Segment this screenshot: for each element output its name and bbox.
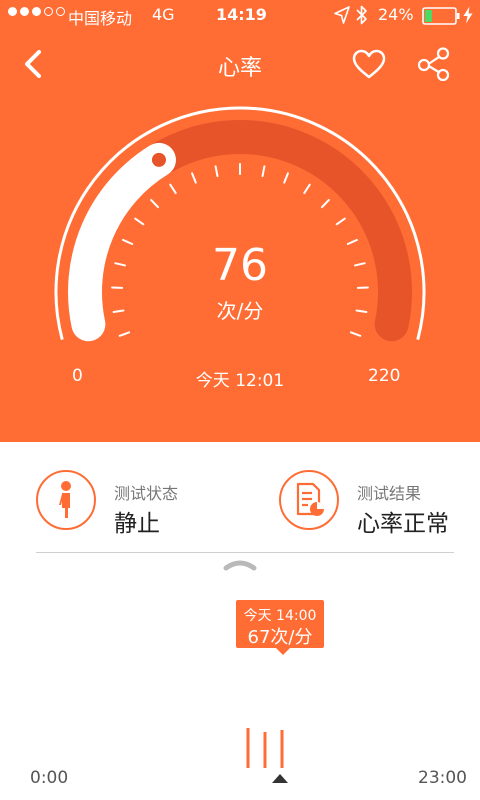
section-divider (36, 552, 454, 553)
timeline-bars (246, 728, 284, 768)
gauge-tick (191, 172, 197, 184)
report-icon (279, 470, 339, 530)
standing-person-icon (36, 470, 96, 530)
test-result-value: 心率正常 (357, 511, 449, 537)
gauge-tick (169, 183, 177, 195)
timeline-tooltip: 今天 14:00 67次/分 (236, 600, 324, 655)
timeline-marker-icon[interactable] (270, 772, 290, 784)
test-result: 测试结果 心率正常 (279, 470, 479, 537)
gauge-tick (150, 198, 160, 209)
gauge-tick (134, 217, 145, 226)
heart-rate-value: 76 (212, 240, 268, 291)
gauge-tick (214, 165, 219, 178)
test-state: 测试状态 静止 (36, 470, 256, 537)
gauge-tick (355, 309, 368, 314)
measurement-time: 今天 12:01 (195, 371, 285, 391)
gauge-fill (68, 142, 176, 342)
tooltip-value: 67次/分 (247, 627, 313, 648)
gauge-tick (118, 331, 131, 337)
gauge-tick (349, 331, 362, 337)
gauge-knob-dot (151, 152, 166, 167)
gauge-tick (353, 262, 366, 267)
test-result-label: 测试结果 (357, 484, 422, 503)
gauge-tick (320, 198, 330, 209)
gauge-tick (346, 238, 358, 246)
gauge-tick (283, 172, 289, 184)
gauge-tick (335, 217, 346, 226)
gauge-tick (112, 309, 125, 314)
gauge-max-label: 220 (368, 366, 401, 386)
test-state-label: 测试状态 (114, 484, 179, 503)
heart-rate-panel: 中国移动 4G 14:19 24% 心率 76 次/分 0 今天 12:01 2… (0, 0, 480, 442)
timeline-start-label: 0:00 (30, 768, 69, 788)
gauge-tick (303, 183, 311, 195)
gauge-tick (122, 238, 134, 246)
heart-rate-unit: 次/分 (216, 299, 264, 323)
expand-handle-icon[interactable] (222, 556, 258, 572)
gauge-min-label: 0 (72, 366, 83, 386)
gauge-tick (261, 165, 266, 178)
test-state-value: 静止 (114, 511, 160, 537)
tooltip-time: 今天 14:00 (243, 608, 317, 624)
timeline-end-label: 23:00 (418, 768, 467, 788)
gauge-tick (114, 262, 127, 267)
